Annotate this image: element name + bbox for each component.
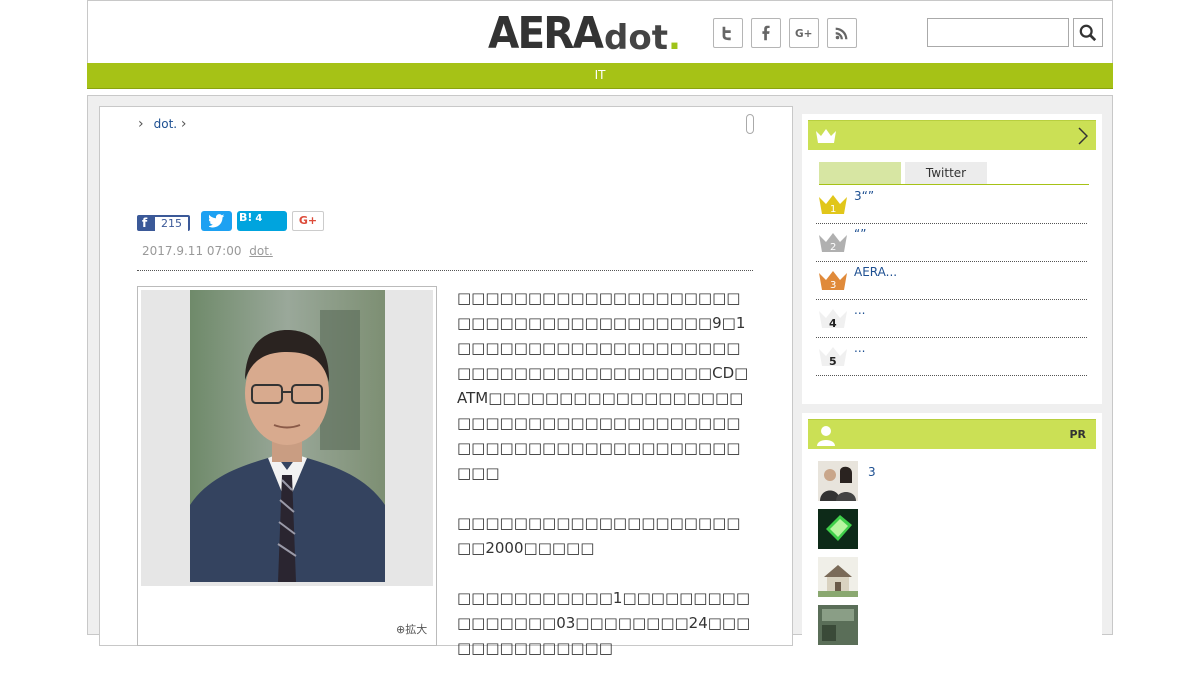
- enlarge-link[interactable]: ⊕拡大: [396, 621, 427, 637]
- hatena-bookmark-button[interactable]: B! 4: [237, 211, 287, 231]
- ranking-item[interactable]: 3 AERA...: [816, 262, 1087, 300]
- bronze-crown-icon: 3: [819, 271, 847, 291]
- ranking-item-title[interactable]: ...: [854, 303, 865, 317]
- article-photo[interactable]: [190, 290, 385, 582]
- ranking-item[interactable]: 2 “”: [816, 224, 1087, 262]
- ranking-item-title[interactable]: ...: [854, 341, 865, 355]
- pr-thumbnail[interactable]: [818, 461, 858, 501]
- header: AERA dot. G+: [87, 0, 1113, 63]
- svg-text:G+: G+: [795, 28, 812, 40]
- article-body: □□□□□□□□□□□□□□□□□□□□□□□□□□□□□□□□□□□□□□9□…: [457, 286, 753, 686]
- ranking-item-title[interactable]: 3“”: [854, 189, 874, 203]
- article: › dot. › f 215 B! 4 G+ 2017.9.11 07:00 d…: [99, 106, 793, 657]
- ranking-header[interactable]: [808, 120, 1096, 150]
- ranking-item[interactable]: 4 ...: [816, 300, 1087, 338]
- article-source-link[interactable]: dot.: [249, 244, 272, 258]
- tab-ranking-default[interactable]: [819, 162, 901, 184]
- gold-crown-icon: 1: [819, 195, 847, 215]
- googleplus-share-button[interactable]: G+: [292, 211, 324, 231]
- twitter-bird-icon: [208, 214, 224, 228]
- svg-text:2: 2: [830, 242, 836, 253]
- ranking-item-title[interactable]: AERA...: [854, 265, 897, 279]
- site: AERA dot. G+ IT › dot. › f 215 B! 4 G+ 2…: [87, 0, 1113, 657]
- pr-label: PR: [1069, 428, 1086, 441]
- svg-text:1: 1: [830, 204, 836, 215]
- pr-thumbnail[interactable]: [818, 605, 858, 645]
- chevron-right-icon: ›: [138, 116, 144, 132]
- search-icon: [1079, 24, 1097, 41]
- ranking-tabs: Twitter: [819, 162, 1089, 185]
- twitter-share-button[interactable]: [201, 211, 232, 231]
- crown-icon: 4: [819, 309, 847, 330]
- pr-panel: PR 3: [802, 413, 1102, 645]
- logo-aera-text: AERA: [488, 8, 604, 59]
- facebook-icon[interactable]: [751, 18, 781, 48]
- ranking-item-title[interactable]: “”: [854, 227, 866, 241]
- googleplus-icon[interactable]: G+: [789, 18, 819, 48]
- person-icon: [817, 426, 835, 446]
- pr-thumbnail[interactable]: [818, 557, 858, 597]
- svg-text:4: 4: [829, 317, 837, 330]
- logo[interactable]: AERA dot.: [488, 8, 683, 60]
- twitter-icon[interactable]: [713, 18, 743, 48]
- search-input[interactable]: [927, 18, 1069, 47]
- ranking-panel: Twitter 1 3“” 2 “” 3 AERA... 4 ... 5 ...: [802, 114, 1102, 404]
- chevron-right-icon: [1078, 127, 1088, 145]
- hatena-count: 4: [255, 213, 263, 224]
- article-paragraph: □□□□□□□□□□□□□□□□□□□□□□2000□□□□□: [457, 514, 741, 557]
- content-frame: › dot. › f 215 B! 4 G+ 2017.9.11 07:00 d…: [87, 95, 1113, 657]
- article-date: 2017.9.11 07:00: [142, 244, 242, 258]
- breadcrumb-link[interactable]: dot. ›: [154, 116, 187, 132]
- article-paragraph: □□□□□□□□□□□1□□□□□□□□□□□□□□□□03□□□□□□□□24…: [457, 589, 751, 657]
- ranking-item[interactable]: 1 3“”: [816, 186, 1087, 224]
- logo-dot-text: dot.: [604, 18, 681, 58]
- svg-text:5: 5: [829, 355, 837, 368]
- pr-thumbnail[interactable]: [818, 509, 858, 549]
- svg-text:3: 3: [830, 280, 836, 291]
- search-button[interactable]: [1073, 18, 1103, 47]
- facebook-share-count: 215: [155, 217, 188, 231]
- rss-icon[interactable]: [827, 18, 857, 48]
- breadcrumb: › dot. ›: [138, 116, 187, 132]
- article-paragraph: □□□□□□□□□□□□□□□□□□□□□□□□□□□□□□□□□□□□□□9□…: [457, 289, 749, 482]
- crown-icon: 5: [819, 347, 847, 368]
- nav-bar[interactable]: IT: [87, 63, 1113, 89]
- nav-label[interactable]: IT: [595, 68, 606, 82]
- article-meta: 2017.9.11 07:00 dot.: [142, 244, 273, 258]
- tab-twitter[interactable]: Twitter: [905, 162, 987, 184]
- facebook-share-button[interactable]: f 215: [137, 215, 190, 231]
- divider: [137, 270, 753, 271]
- article-photo-frame: ⊕拡大: [137, 286, 437, 646]
- silver-crown-icon: 2: [819, 233, 847, 253]
- ranking-item[interactable]: 5 ...: [816, 338, 1087, 376]
- pr-header: PR: [808, 419, 1096, 449]
- crown-icon: [816, 129, 836, 143]
- toggle-handle[interactable]: [746, 114, 754, 134]
- pr-item-text[interactable]: 3: [868, 465, 876, 479]
- facebook-icon: f: [142, 216, 148, 230]
